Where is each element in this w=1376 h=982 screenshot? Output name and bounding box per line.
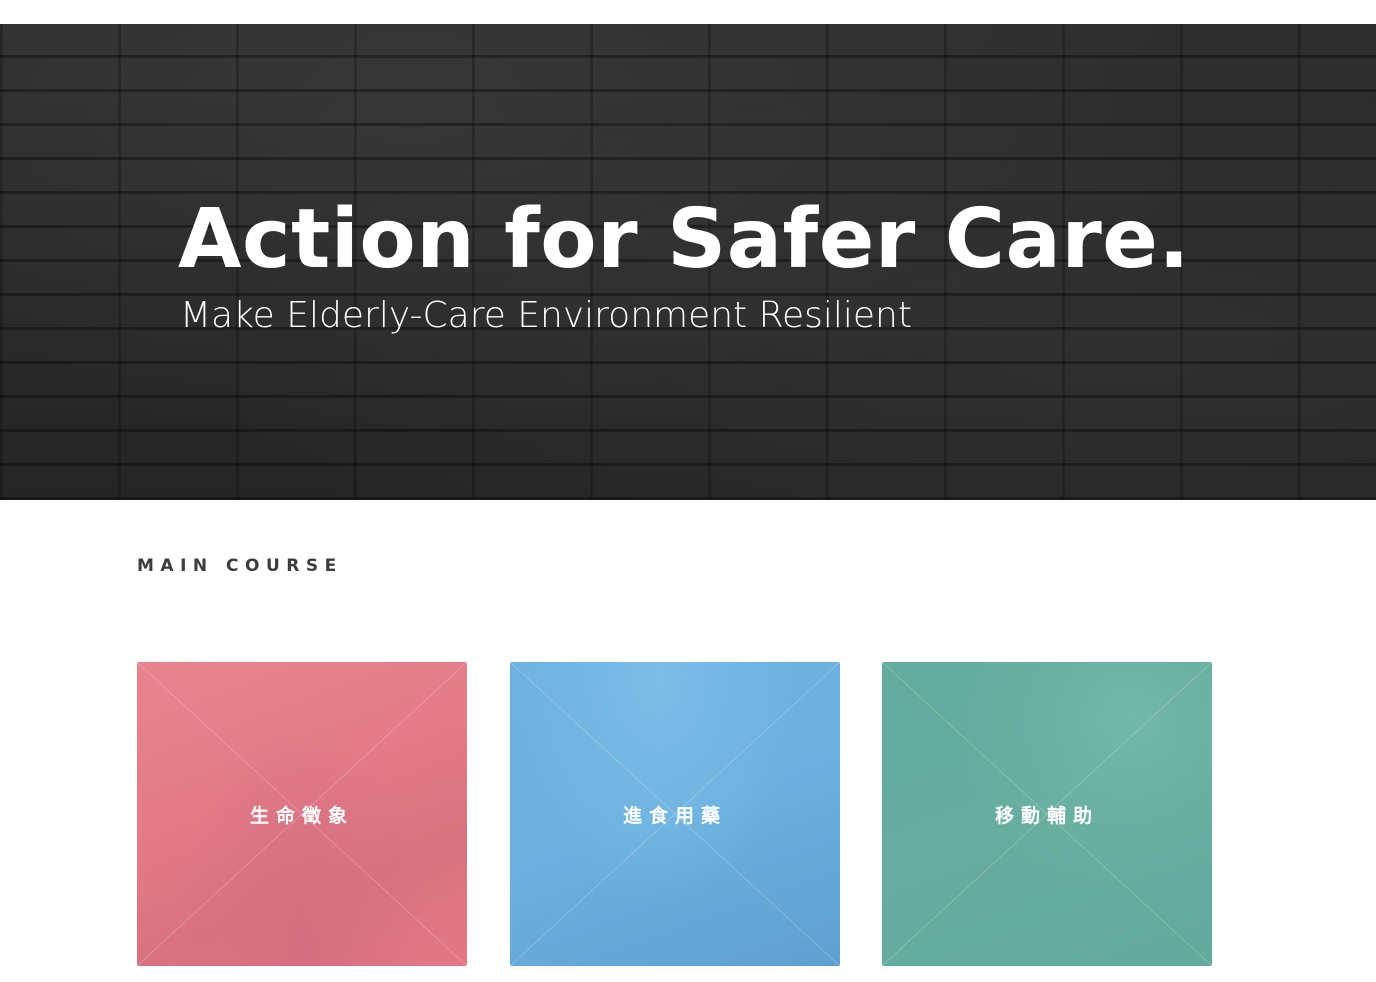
top-bar: [0, 0, 1376, 24]
hero-title: Action for Safer Care.: [178, 192, 1191, 287]
course-card-label: 進食用藥: [622, 804, 727, 827]
hero-subtitle: Make Elderly-Care Environment Resilient: [180, 295, 912, 336]
hero-banner: Action for Safer Care. Make Elderly-Care…: [0, 24, 1376, 500]
course-card-label: 生命徵象: [249, 804, 354, 827]
course-card-feeding-medication[interactable]: 進食用藥: [510, 662, 840, 966]
section-heading: MAIN COURSE: [137, 556, 343, 576]
course-card-mobility-assist[interactable]: 移動輔助: [882, 662, 1212, 966]
course-card-vital-signs[interactable]: 生命徵象: [137, 662, 467, 966]
course-card-label: 移動輔助: [994, 804, 1099, 827]
